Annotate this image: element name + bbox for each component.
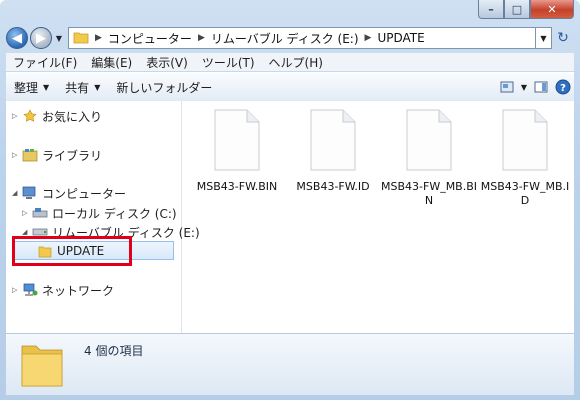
breadcrumb-separator: ▶ [197,33,205,43]
document-icon [406,109,452,171]
expand-arrow-icon[interactable]: ▷ [12,151,20,159]
svg-text:?: ? [560,83,566,94]
preview-pane-button[interactable] [530,78,552,96]
menu-help[interactable]: ヘルプ(H) [262,54,330,71]
document-icon [310,109,356,171]
collapse-arrow-icon[interactable]: ◢ [12,189,20,197]
document-icon [502,109,548,171]
tree-label: コンピューター [42,186,127,201]
organize-button[interactable]: 整理 ▼ [6,79,57,96]
organize-label: 整理 [14,80,39,95]
tree-item-computer[interactable]: ◢ コンピューター [12,184,126,202]
file-name: MSB43-FW.BIN [196,180,278,193]
close-button[interactable]: ✕ [530,0,574,19]
recent-pages-dropdown[interactable]: ▼ [54,34,64,43]
menu-view[interactable]: 表示(V) [139,54,195,71]
breadcrumb-computer[interactable]: コンピューター [108,30,192,47]
network-icon [22,283,38,297]
tree-item-libraries[interactable]: ▷ ライブラリ [12,146,102,164]
navigation-pane: ▷ お気に入り ▷ ライブラリ ◢ コンピューター ▷ ローカル ディスク (C… [6,101,200,333]
view-icon [500,81,514,93]
menu-edit[interactable]: 編集(E) [84,54,139,71]
star-icon [22,109,38,123]
main-area: ▷ お気に入り ▷ ライブラリ ◢ コンピューター ▷ ローカル ディスク (C… [6,101,574,333]
file-name: MSB43-FW_MB.ID [480,180,570,207]
folder-icon [21,345,63,387]
details-pane: 4 個の項目 [6,333,574,395]
file-item[interactable]: MSB43-FW_MB.BIN [381,109,477,208]
document-icon [214,109,260,171]
item-count-text: 4 個の項目 [84,344,144,358]
tree-label: ライブラリ [42,148,103,163]
computer-icon [22,186,38,200]
collapse-arrow-icon[interactable]: ◢ [22,228,30,236]
tree-label: お気に入り [42,109,103,124]
preview-pane-icon [534,81,548,93]
address-row: ◀ ▶ ▼ ▶ コンピューター ▶ リムーバブル ディスク (E:) ▶ UPD… [6,24,574,52]
highlight-box [12,236,132,266]
address-bar[interactable]: ▶ コンピューター ▶ リムーバブル ディスク (E:) ▶ UPDATE [68,27,536,49]
share-label: 共有 [65,80,90,95]
maximize-button[interactable]: □ [504,0,530,19]
library-icon [22,148,38,162]
help-button[interactable]: ? [552,78,574,96]
change-view-button[interactable] [496,78,518,96]
file-item[interactable]: MSB43-FW.BIN [189,109,285,194]
tree-item-local-disk[interactable]: ▷ ローカル ディスク (C:) [22,204,177,222]
minimize-button[interactable]: – [478,0,504,19]
back-button[interactable]: ◀ [6,27,28,49]
file-name: MSB43-FW_MB.BIN [381,180,478,207]
breadcrumb-update[interactable]: UPDATE [377,31,424,45]
expand-arrow-icon[interactable]: ▷ [12,112,20,120]
chevron-down-icon: ▼ [43,82,50,92]
refresh-button[interactable]: ↻ [552,27,574,49]
file-item[interactable]: MSB43-FW.ID [285,109,381,194]
breadcrumb-separator: ▶ [95,33,102,43]
tree-label: ネットワーク [42,283,115,298]
breadcrumb-removable-disk[interactable]: リムーバブル ディスク (E:) [211,30,359,47]
new-folder-label: 新しいフォルダー [116,80,213,95]
menu-bar: ファイル(F) 編集(E) 表示(V) ツール(T) ヘルプ(H) [6,53,574,71]
command-bar: 整理 ▼ 共有 ▼ 新しいフォルダー ▼ ? [6,72,574,102]
share-button[interactable]: 共有 ▼ [57,79,108,96]
expand-arrow-icon[interactable]: ▷ [22,209,30,217]
file-list: MSB43-FW.BIN MSB43-FW.ID MSB43-FW_MB.BIN… [182,101,574,333]
menu-tools[interactable]: ツール(T) [195,54,262,71]
breadcrumb-separator: ▶ [364,33,372,43]
view-options-dropdown[interactable]: ▼ [518,78,530,96]
menu-file[interactable]: ファイル(F) [6,54,84,71]
help-icon: ? [555,79,571,95]
tree-label: ローカル ディスク (C:) [52,206,177,221]
file-name: MSB43-FW.ID [296,180,370,193]
caption-buttons: – □ ✕ [478,0,574,19]
tree-item-network[interactable]: ▷ ネットワーク [12,281,114,299]
explorer-window: – □ ✕ ◀ ▶ ▼ ▶ コンピューター ▶ リムーバブル ディスク (E:)… [0,0,580,400]
address-dropdown-button[interactable]: ▼ [536,27,552,49]
tree-item-favorites[interactable]: ▷ お気に入り [12,107,102,125]
expand-arrow-icon[interactable]: ▷ [12,286,20,294]
folder-icon [73,30,89,47]
drive-icon [32,206,48,220]
forward-button[interactable]: ▶ [30,27,52,49]
chevron-down-icon: ▼ [94,82,101,92]
file-item[interactable]: MSB43-FW_MB.ID [477,109,573,208]
new-folder-button[interactable]: 新しいフォルダー [108,79,220,96]
